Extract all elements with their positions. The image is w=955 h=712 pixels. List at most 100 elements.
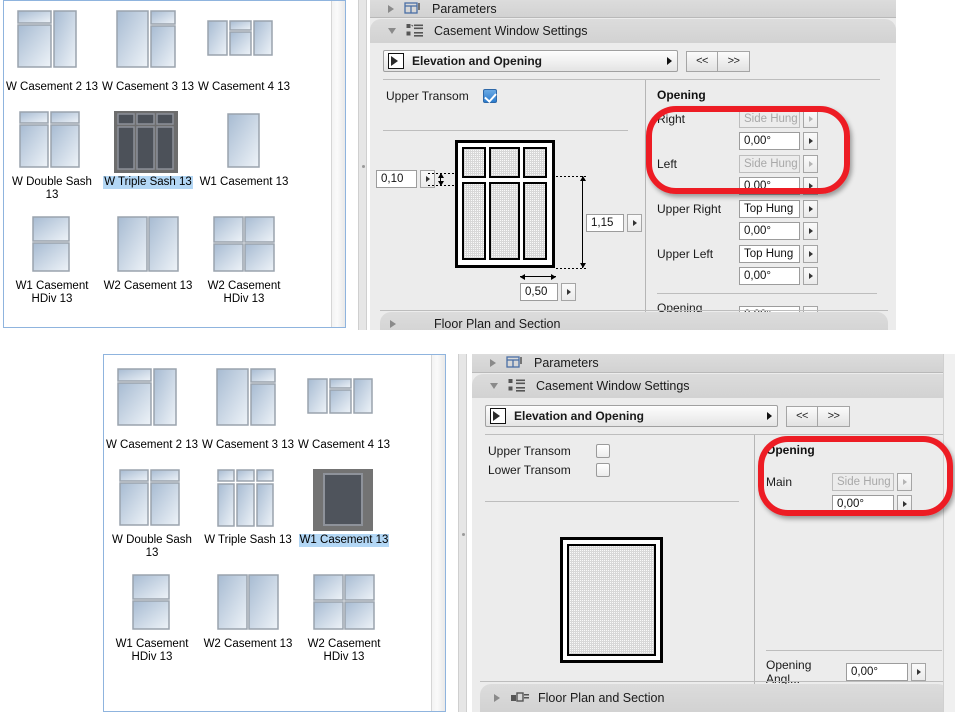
section-casement-window-settings-bottom[interactable]: Casement Window Settings (472, 374, 955, 398)
opening-angle-field[interactable]: 0,00° (832, 495, 894, 513)
list-item[interactable]: W Casement 4 13 (296, 363, 392, 452)
list-item-label: W Casement 2 13 (5, 81, 99, 93)
casement-settings-icon (508, 378, 526, 394)
opening-type-stepper[interactable] (803, 200, 818, 218)
disclosure-triangle-right-icon[interactable] (390, 320, 396, 328)
opening-type-stepper[interactable] (803, 110, 818, 128)
lower-transom-row: Lower Transom (488, 463, 754, 477)
opening-angle-total-stepper[interactable] (911, 663, 926, 681)
opening-type-field[interactable]: Side Hung (739, 110, 800, 128)
library-browser-bottom[interactable]: W Casement 2 13 W Casement 3 13 W Caseme… (103, 354, 446, 712)
opening-type-field[interactable]: Side Hung (739, 155, 800, 173)
opening-angle-stepper[interactable] (803, 222, 818, 240)
next-page-button[interactable]: >> (818, 405, 850, 427)
list-item-label: W Casement 4 13 (297, 439, 391, 451)
disclosure-triangle-down-icon[interactable] (388, 28, 396, 34)
disclosure-triangle-down-icon[interactable] (490, 383, 498, 389)
opening-type-field[interactable]: Top Hung (739, 200, 800, 218)
opening-type-stepper[interactable] (803, 245, 818, 263)
opening-angle-field[interactable]: 0,00° (739, 267, 800, 285)
w1-hdiv-thumbnail (8, 208, 96, 278)
list-item[interactable]: W Casement 2 13 (104, 363, 200, 452)
opening-angle-total-field[interactable]: 0,00° (846, 663, 908, 681)
section-parameters-bottom[interactable]: Parameters (472, 354, 955, 372)
casement4-thumbnail (300, 367, 388, 437)
elevation-drawing-top: 0,10 1,15 0,50 (370, 135, 645, 320)
opening-type-stepper[interactable] (897, 473, 912, 491)
triple-sash-thumbnail (104, 104, 192, 174)
next-page-button[interactable]: >> (718, 50, 750, 72)
opening-title: Opening (766, 443, 815, 457)
chevron-right-icon[interactable] (667, 57, 672, 65)
list-item-label: W Casement 3 13 (201, 439, 295, 451)
opening-type-stepper[interactable] (803, 155, 818, 173)
section-parameters-top[interactable]: Parameters (370, 0, 896, 17)
opening-angle-field[interactable]: 0,00° (739, 222, 800, 240)
parameters-icon (506, 355, 524, 371)
list-item[interactable]: W Double Sash 13 (4, 100, 100, 202)
section-floor-plan-and-section-top[interactable]: Floor Plan and Section (380, 312, 888, 330)
upper-transom-checkbox[interactable] (482, 89, 497, 103)
screenshot-root: W Casement 2 13 W Casement 3 13 W Caseme… (0, 0, 955, 712)
section-casement-window-settings-top[interactable]: Casement Window Settings (370, 19, 896, 43)
prev-page-button[interactable]: << (686, 50, 718, 72)
opening-angle-stepper[interactable] (803, 177, 818, 195)
casement2-thumbnail (8, 9, 96, 79)
height-field[interactable]: 1,15 (586, 214, 624, 232)
list-item-selected[interactable]: W Triple Sash 13 (100, 100, 196, 202)
list-item[interactable]: W2 Casement HDiv 13 (196, 204, 292, 306)
arrow-up-icon (437, 173, 444, 178)
list-item[interactable]: W1 Casement 13 (196, 100, 292, 202)
settings-scrollbar[interactable] (943, 354, 955, 712)
opening-angle-stepper[interactable] (897, 495, 912, 513)
opening-angle-stepper[interactable] (803, 267, 818, 285)
library-browser-top[interactable]: W Casement 2 13 W Casement 3 13 W Caseme… (3, 0, 346, 328)
pane-splitter-grip[interactable] (458, 354, 467, 712)
list-item[interactable]: W Double Sash 13 (104, 458, 200, 560)
disclosure-triangle-right-icon[interactable] (494, 694, 500, 702)
opening-type-field[interactable]: Top Hung (739, 245, 800, 263)
width-field[interactable]: 0,50 (520, 283, 558, 301)
list-item[interactable]: W Casement 3 13 (200, 363, 296, 452)
disclosure-triangle-right-icon[interactable] (388, 4, 394, 13)
pane-main (567, 544, 656, 656)
library-scrollbar[interactable] (431, 355, 445, 711)
opening-angle-stepper[interactable] (803, 132, 818, 150)
width-stepper[interactable] (561, 283, 576, 301)
page-selector-combo[interactable]: Elevation and Opening (485, 405, 778, 427)
transom-height-field[interactable]: 0,10 (376, 170, 417, 188)
list-item[interactable]: W2 Casement 13 (200, 562, 296, 664)
list-item[interactable]: W2 Casement 13 (100, 204, 196, 306)
list-item[interactable]: W1 Casement HDiv 13 (104, 562, 200, 664)
list-item[interactable]: W Casement 2 13 (4, 5, 100, 94)
library-grid-bottom: W Casement 2 13 W Casement 3 13 W Caseme… (104, 355, 430, 711)
section-title: Floor Plan and Section (538, 691, 665, 705)
divider (657, 293, 877, 294)
list-item-selected[interactable]: W1 Casement 13 (296, 458, 392, 560)
opening-angle-field[interactable]: 0,00° (739, 132, 800, 150)
opening-angle-field[interactable]: 0,00° (739, 177, 800, 195)
opening-type-field[interactable]: Side Hung (832, 473, 894, 491)
page-nav-buttons: << >> (786, 405, 850, 427)
library-scrollbar[interactable] (331, 1, 345, 327)
page-selector-combo[interactable]: Elevation and Opening (383, 50, 678, 72)
height-stepper[interactable] (627, 214, 642, 232)
section-floor-plan-and-section-bottom[interactable]: Floor Plan and Section (480, 684, 949, 712)
casement-settings-icon (406, 23, 424, 39)
window-thumb-svg (17, 10, 77, 68)
w2-casement-thumbnail (204, 566, 292, 636)
list-item[interactable]: W2 Casement HDiv 13 (296, 562, 392, 664)
list-item-label: W2 Casement 13 (203, 638, 293, 650)
disclosure-triangle-right-icon[interactable] (490, 359, 496, 367)
upper-transom-checkbox[interactable] (596, 444, 610, 458)
list-item[interactable]: W1 Casement HDiv 13 (4, 204, 100, 306)
settings-body-top: Upper Transom 0,10 1,15 0,50 Opening Rig… (370, 80, 896, 329)
pane-splitter-grip[interactable] (358, 0, 367, 330)
section-title: Parameters (534, 356, 599, 370)
list-item[interactable]: W Triple Sash 13 (200, 458, 296, 560)
list-item[interactable]: W Casement 4 13 (196, 5, 292, 94)
chevron-right-icon[interactable] (767, 412, 772, 420)
prev-page-button[interactable]: << (786, 405, 818, 427)
list-item[interactable]: W Casement 3 13 (100, 5, 196, 94)
lower-transom-checkbox[interactable] (596, 463, 610, 477)
